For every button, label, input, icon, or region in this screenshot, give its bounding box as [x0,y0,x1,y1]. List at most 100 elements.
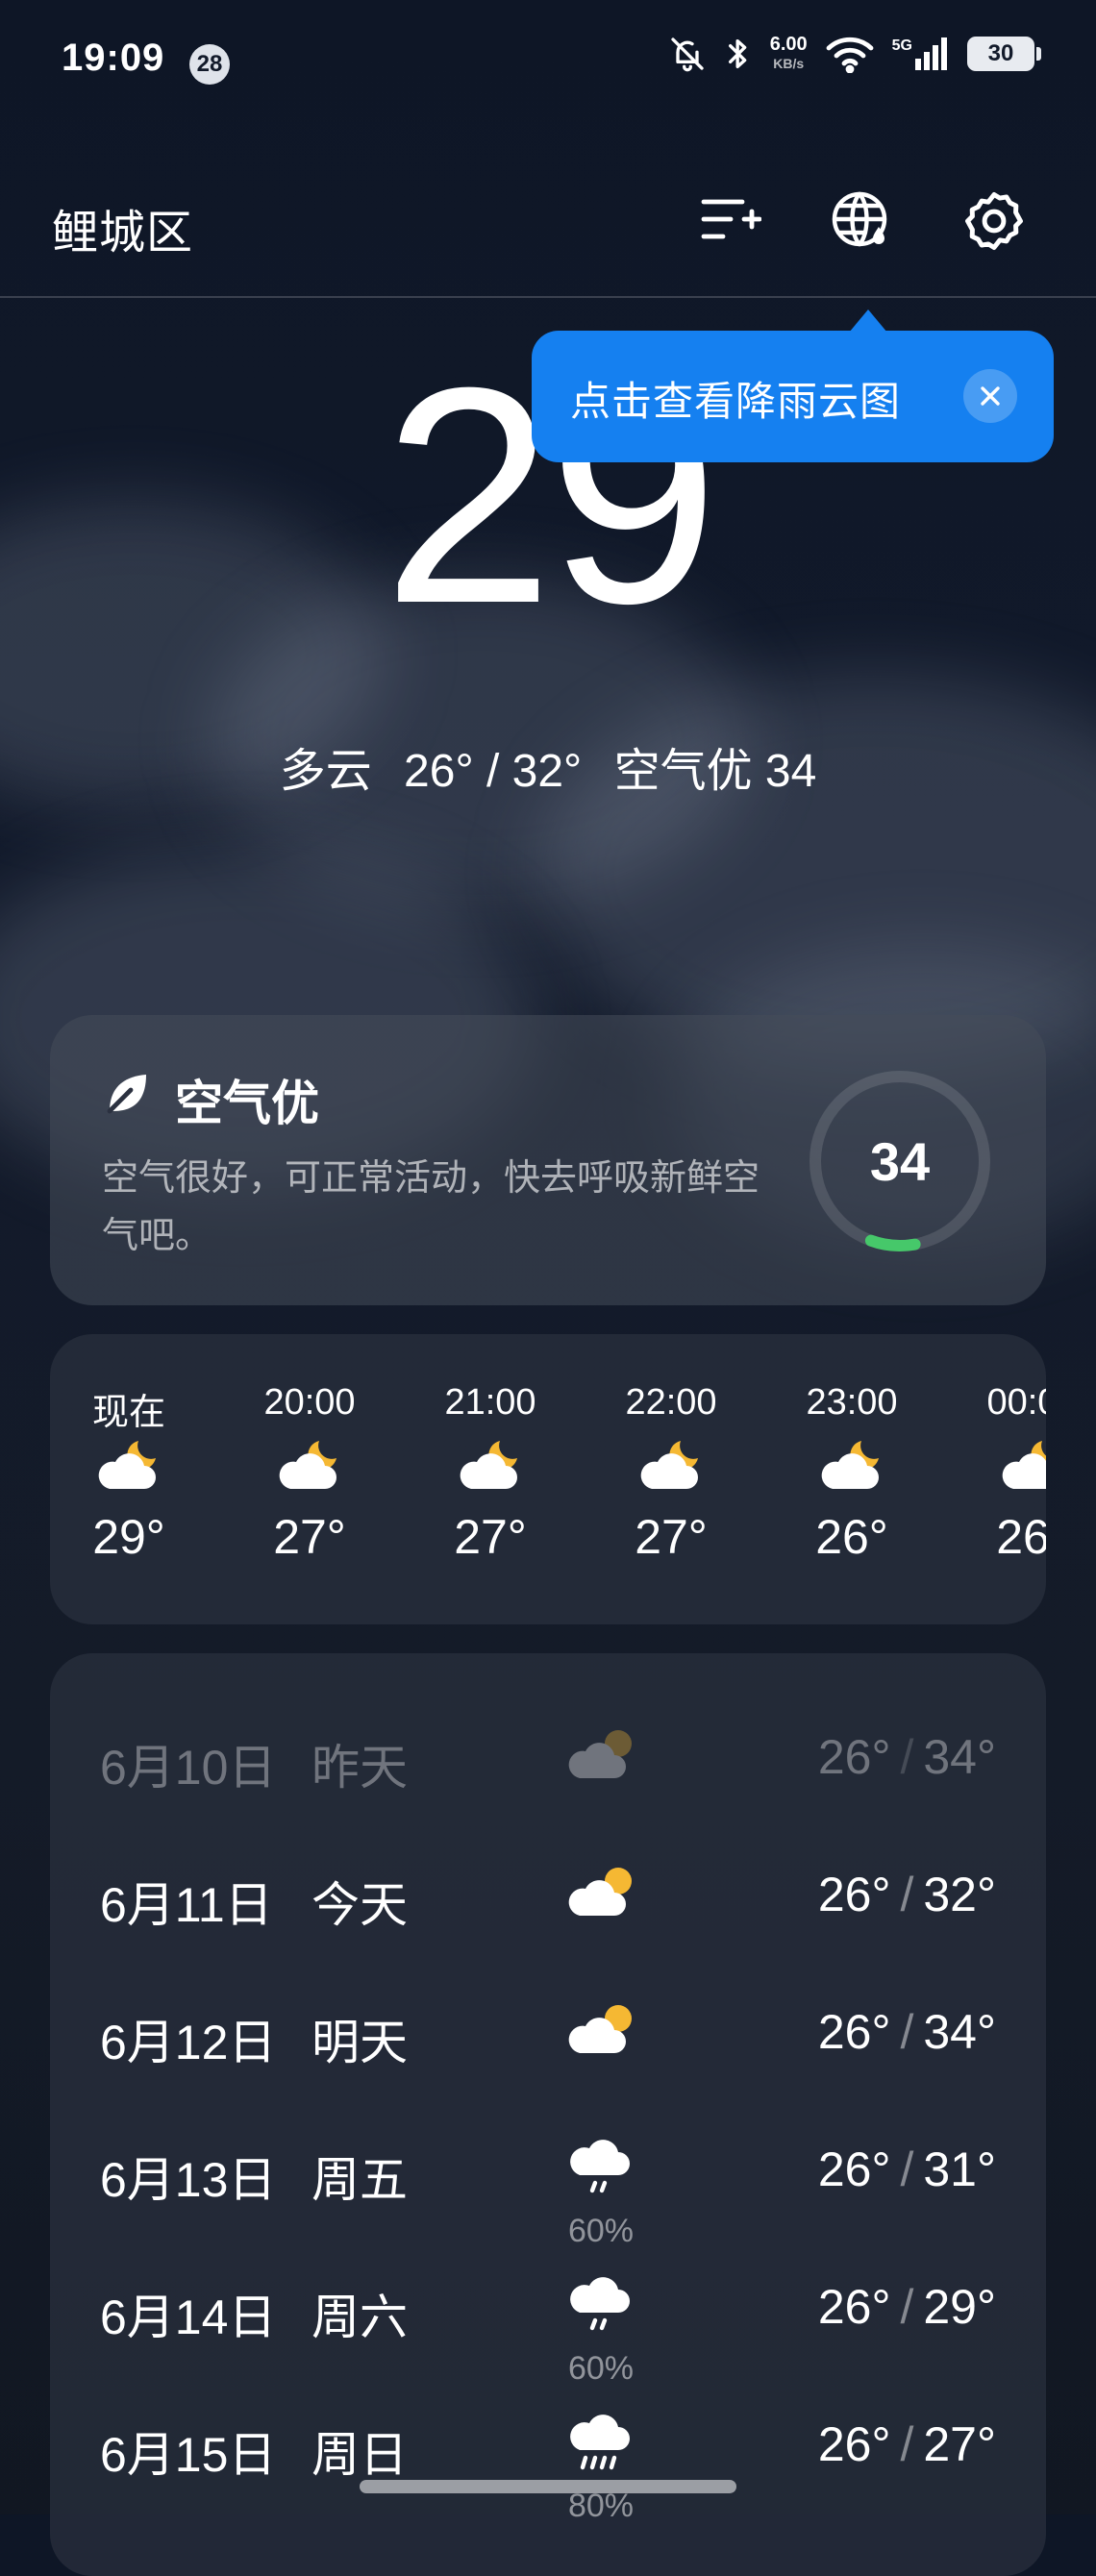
daily-row[interactable]: 6月13日 周五 60% 26°/31° [50,2099,1046,2249]
daily-temp-range: 26°/29° [818,2279,996,2335]
battery-indicator: 30 [967,37,1041,71]
signal-indicator: 5G [892,37,950,70]
hourly-item[interactable]: 现在 29° [50,1382,211,1565]
current-air-quality: 空气优 34 [613,746,817,797]
close-icon [981,386,1000,406]
status-bar: 19:09 28 6.00 KB/s 5G 30 [0,0,1096,125]
network-speed: 6.00 KB/s [769,34,808,71]
air-quality-card[interactable]: 空气优 空气很好，可正常活动，快去呼吸新鲜空气吧。 34 [50,1015,1046,1305]
daily-date: 6月12日 [100,2016,277,2069]
partly-cloudy-night-icon [951,1426,1046,1503]
tooltip-close-button[interactable] [963,369,1017,423]
hourly-item[interactable]: 20:00 27° [228,1382,391,1565]
rain-radar-button[interactable] [825,185,898,258]
daily-high: 34° [923,1730,996,1784]
daily-day-name: 周六 [311,2291,408,2344]
hourly-temp: 27° [454,1510,527,1564]
partly-cloudy-icon [558,1853,644,1930]
status-time: 19:09 [62,37,165,79]
list-add-icon [701,199,761,239]
light-rain-icon [558,2128,644,2205]
daily-temp-range: 26°/34° [818,1729,996,1785]
daily-date: 6月14日 [100,2291,277,2344]
daily-temp-range: 26°/34° [818,2004,996,2060]
hourly-temp: 27° [635,1510,708,1564]
daily-row[interactable]: 6月11日 今天 26°/32° [50,1824,1046,1959]
home-indicator[interactable] [360,2480,736,2493]
current-summary: 多云 26° / 32° 空气优 34 [0,732,1096,800]
daily-high: 31° [923,2143,996,2196]
daily-date: 6月10日 [100,1741,277,1795]
gear-icon [965,192,1023,250]
hourly-time: 23:00 [806,1382,898,1423]
daily-row[interactable]: 6月10日 昨天 26°/34° [50,1687,1046,1821]
daily-day-name: 明天 [311,2016,408,2069]
mute-bell-icon [671,37,704,72]
daily-high: 32° [923,1868,996,1921]
light-rain-icon [558,2266,644,2342]
hourly-temp: 26° [815,1510,888,1564]
temp-separator: / [900,1730,914,1784]
partly-cloudy-night-icon [589,1426,753,1503]
bluetooth-icon [728,39,747,69]
hourly-temp: 26° [996,1510,1046,1564]
air-quality-description: 空气很好，可正常活动，快去呼吸新鲜空气吧。 [102,1158,760,1256]
daily-high: 34° [923,2005,996,2059]
hourly-item[interactable]: 00:00 26° [951,1382,1046,1565]
hourly-item[interactable]: 21:00 27° [409,1382,572,1565]
current-condition: 多云 [279,746,372,797]
daily-low: 26° [817,1730,891,1784]
hourly-time: 21:00 [444,1382,536,1423]
partly-cloudy-night-icon [770,1426,934,1503]
temp-separator: / [900,1868,914,1921]
daily-low: 26° [817,2417,891,2471]
leaf-icon [107,1075,146,1114]
temp-separator: / [900,2143,914,2196]
daily-high: 29° [923,2280,996,2334]
rain-radar-tooltip[interactable]: 点击查看降雨云图 [532,310,1054,462]
daily-high: 27° [923,2417,996,2471]
hourly-time: 00:00 [986,1382,1046,1423]
hourly-temp: 27° [273,1510,346,1564]
daily-row[interactable]: 6月12日 明天 26°/34° [50,1962,1046,2096]
daily-date: 6月11日 [100,1878,273,1932]
hourly-time: 20:00 [263,1382,356,1423]
air-quality-value: 34 [869,1130,931,1192]
daily-day-name: 今天 [311,1878,408,1932]
app-header: 鲤城区 [0,144,1096,298]
daily-low: 26° [817,2143,891,2196]
hourly-time: 22:00 [625,1382,717,1423]
manage-cities-button[interactable] [694,185,767,258]
daily-temp-range: 26°/27° [818,2416,996,2472]
daily-temp-range: 26°/32° [818,1867,996,1922]
notification-count-badge: 28 [189,44,230,85]
location-title[interactable]: 鲤城区 [52,194,193,261]
temp-separator: / [900,2280,914,2334]
daily-date: 6月13日 [100,2153,277,2207]
hourly-temp: 29° [92,1510,165,1564]
air-quality-title: 空气优 [175,1077,319,1130]
temp-separator: / [900,2417,914,2471]
rain-icon [558,2403,644,2480]
partly-cloudy-night-icon [50,1426,211,1503]
hourly-item[interactable]: 22:00 27° [589,1382,753,1565]
current-range: 26° / 32° [404,746,583,797]
tooltip-text: 点击查看降雨云图 [570,379,902,424]
partly-cloudy-night-icon [409,1426,572,1503]
partly-cloudy-icon [558,1991,644,2068]
temp-separator: / [900,2005,914,2059]
daily-row[interactable]: 6月14日 周六 60% 26°/29° [50,2237,1046,2387]
daily-forecast-card[interactable]: 6月10日 昨天 26°/34° 6月11日 今天 26°/32° 6月12日 明天 26°/3… [50,1653,1046,2576]
partly-cloudy-night-icon [228,1426,391,1503]
hourly-item[interactable]: 23:00 26° [770,1382,934,1565]
hourly-forecast-card[interactable]: 现在 29° 20:00 27° 21:00 27° 22:00 27° 23:00 26° 00:… [50,1334,1046,1624]
daily-day-name: 昨天 [311,1741,408,1795]
wifi-icon [826,37,874,73]
daily-day-name: 周日 [311,2428,408,2482]
signal-type-label: 5G [891,37,912,54]
daily-low: 26° [817,2005,891,2059]
status-icons: 6.00 KB/s 5G 30 [668,34,1041,73]
daily-low: 26° [817,1868,891,1921]
signal-bars-icon [915,37,947,70]
settings-button[interactable] [958,185,1031,258]
